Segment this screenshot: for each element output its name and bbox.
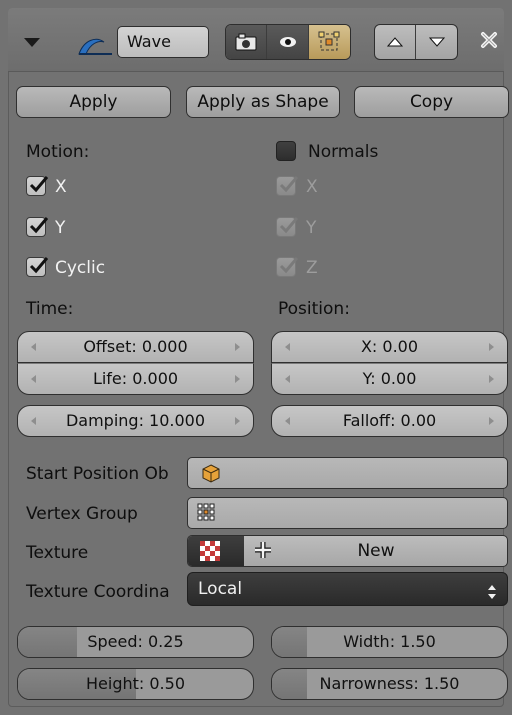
reorder-buttons: [374, 24, 458, 60]
damping-field[interactable]: Damping: 10.000: [17, 405, 254, 437]
new-texture-button[interactable]: New: [245, 536, 507, 566]
cyclic-label: Cyclic: [55, 258, 106, 278]
normals-label: Normals: [308, 142, 379, 162]
height-slider[interactable]: Height: 0.50: [17, 668, 254, 700]
modifier-name-field[interactable]: Wave: [117, 26, 209, 58]
texture-coordinates-dropdown[interactable]: Local: [187, 572, 508, 606]
move-up-icon[interactable]: [375, 25, 417, 59]
life-field[interactable]: Life: 0.000: [17, 363, 254, 395]
width-slider[interactable]: Width: 1.50: [271, 626, 508, 658]
normals-z-checkbox: [276, 257, 299, 277]
speed-slider-text: Speed: 0.25: [87, 632, 184, 651]
position-y-field[interactable]: Y: 0.00: [271, 363, 508, 395]
narrowness-slider[interactable]: Narrowness: 1.50: [271, 668, 508, 700]
motion-x-label: X: [55, 177, 67, 197]
normals-z-label: Z: [306, 258, 318, 278]
object-cube-icon: [201, 463, 221, 487]
offset-field[interactable]: Offset: 0.000: [17, 331, 254, 363]
wave-modifier-icon: [76, 32, 114, 62]
position-x-field[interactable]: X: 0.00: [271, 331, 508, 363]
vertex-group-label: Vertex Group: [26, 504, 138, 524]
updown-arrows-icon: [487, 580, 497, 612]
cyclic-checkbox[interactable]: [26, 257, 49, 277]
vertex-group-field[interactable]: [187, 497, 508, 529]
motion-y-label: Y: [55, 218, 66, 238]
height-slider-text: Height: 0.50: [86, 674, 185, 693]
narrowness-slider-fill: [272, 669, 308, 699]
render-camera-icon[interactable]: [226, 25, 268, 59]
viewport-eye-icon[interactable]: [267, 25, 309, 59]
width-slider-fill: [272, 627, 308, 657]
visibility-toggles: [225, 24, 351, 60]
normals-x-checkbox: [276, 176, 299, 196]
move-down-icon[interactable]: [416, 25, 457, 59]
falloff-field[interactable]: Falloff: 0.00: [271, 405, 508, 437]
apply-as-shape-button[interactable]: Apply as Shape: [186, 86, 340, 118]
texture-selector: New: [187, 535, 508, 567]
motion-label: Motion:: [26, 142, 90, 162]
time-label: Time:: [26, 299, 74, 319]
motion-x-checkbox[interactable]: [26, 176, 49, 196]
width-slider-text: Width: 1.50: [343, 632, 436, 651]
normals-y-label: Y: [306, 218, 317, 238]
new-texture-label: New: [357, 541, 395, 561]
normals-checkbox[interactable]: [276, 141, 296, 161]
close-icon[interactable]: [480, 31, 498, 53]
start-position-label: Start Position Ob: [26, 464, 169, 484]
position-label: Position:: [278, 299, 350, 319]
vertex-group-icon: [196, 502, 216, 526]
copy-button[interactable]: Copy: [354, 86, 509, 118]
speed-slider-fill: [18, 627, 77, 657]
texture-coordinates-value: Local: [198, 579, 243, 599]
speed-slider[interactable]: Speed: 0.25: [17, 626, 254, 658]
normals-y-checkbox: [276, 217, 299, 237]
editmode-icon[interactable]: [308, 25, 350, 59]
normals-x-label: X: [306, 177, 318, 197]
start-position-object-field[interactable]: [187, 457, 508, 489]
motion-y-checkbox[interactable]: [26, 217, 49, 237]
texture-browse-icon[interactable]: [188, 536, 244, 566]
collapse-triangle-icon[interactable]: [24, 38, 40, 47]
narrowness-slider-text: Narrowness: 1.50: [319, 674, 460, 693]
apply-button[interactable]: Apply: [16, 86, 171, 118]
texture-label: Texture: [26, 543, 89, 563]
texture-coordinates-label: Texture Coordina: [26, 582, 170, 602]
